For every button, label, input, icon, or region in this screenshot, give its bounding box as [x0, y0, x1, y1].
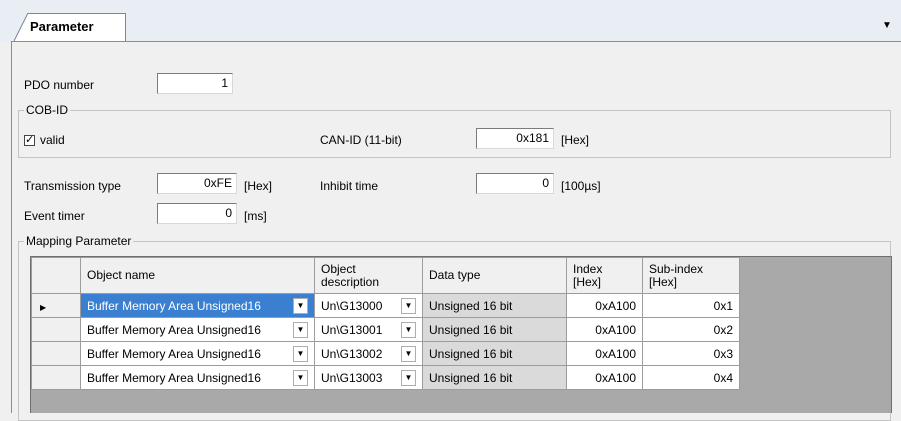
- valid-checkbox[interactable]: ✓: [24, 135, 35, 146]
- col-object-name[interactable]: Object name: [80, 257, 315, 294]
- object-description-cell[interactable]: Un\G13000 ▼: [314, 293, 423, 318]
- object-name-value: Buffer Memory Area Unsigned16: [87, 298, 261, 313]
- object-description-value: Un\G13003: [321, 370, 383, 385]
- col-object-name-label: Object name: [87, 268, 156, 282]
- object-name-cell[interactable]: Buffer Memory Area Unsigned16 ▼: [80, 341, 315, 366]
- can-id-label: CAN-ID (11-bit): [320, 133, 402, 147]
- tab-slant-edge: [14, 13, 28, 41]
- inhibit-time-unit: [100µs]: [561, 179, 601, 193]
- col-object-description[interactable]: Object description: [314, 257, 423, 294]
- index-cell[interactable]: 0xA100: [566, 293, 643, 318]
- can-id-field[interactable]: 0x181: [476, 128, 554, 149]
- row-header[interactable]: [31, 365, 81, 390]
- table-row[interactable]: ▶ Buffer Memory Area Unsigned16 ▼ Un\G130…: [31, 293, 740, 318]
- index-cell[interactable]: 0xA100: [566, 317, 643, 342]
- transmission-type-unit: [Hex]: [244, 179, 273, 193]
- row-header-corner: [31, 257, 81, 294]
- inhibit-time-label: Inhibit time: [320, 179, 379, 193]
- valid-label: valid: [40, 133, 65, 147]
- event-timer-label: Event timer: [24, 209, 85, 223]
- row-pointer-icon: ▶: [40, 302, 47, 312]
- cob-id-group-title: COB-ID: [24, 103, 70, 117]
- chevron-down-icon[interactable]: ▼: [293, 297, 308, 314]
- col-sub-index-label-2: [Hex]: [649, 274, 678, 289]
- object-description-cell[interactable]: Un\G13003 ▼: [314, 365, 423, 390]
- col-object-description-label-2: description: [321, 274, 380, 289]
- inhibit-time-field[interactable]: 0: [476, 173, 554, 194]
- object-description-value: Un\G13002: [321, 346, 383, 361]
- tab-bar: [0, 0, 901, 42]
- index-cell[interactable]: 0xA100: [566, 365, 643, 390]
- event-timer-unit: [ms]: [244, 209, 267, 223]
- col-index[interactable]: Index [Hex]: [566, 257, 643, 294]
- chevron-down-icon[interactable]: ▼: [401, 369, 416, 386]
- chevron-down-icon[interactable]: ▼: [401, 297, 416, 314]
- data-type-cell: Unsigned 16 bit: [422, 317, 567, 342]
- sub-index-cell[interactable]: 0x2: [642, 317, 740, 342]
- object-name-value: Buffer Memory Area Unsigned16: [87, 322, 261, 337]
- object-description-value: Un\G13001: [321, 322, 383, 337]
- row-header[interactable]: [31, 317, 81, 342]
- col-index-label-2: [Hex]: [573, 274, 602, 289]
- index-cell[interactable]: 0xA100: [566, 341, 643, 366]
- object-description-value: Un\G13000: [321, 298, 383, 313]
- checkmark-icon: ✓: [25, 134, 35, 146]
- chevron-down-icon[interactable]: ▼: [401, 321, 416, 338]
- mapping-parameter-group-title: Mapping Parameter: [24, 234, 134, 248]
- object-description-cell[interactable]: Un\G13001 ▼: [314, 317, 423, 342]
- row-header[interactable]: [31, 341, 81, 366]
- chevron-down-icon[interactable]: ▼: [293, 369, 308, 386]
- chevron-down-icon[interactable]: ▼: [401, 345, 416, 362]
- col-sub-index-label-1: Sub-index: [649, 261, 704, 276]
- row-header[interactable]: ▶: [31, 293, 81, 318]
- col-object-description-label-1: Object: [321, 261, 356, 276]
- event-timer-field[interactable]: 0: [157, 203, 237, 224]
- cob-id-group: [18, 110, 891, 158]
- pdo-number-label: PDO number: [24, 78, 95, 92]
- object-name-cell[interactable]: Buffer Memory Area Unsigned16 ▼: [80, 365, 315, 390]
- can-id-unit: [Hex]: [561, 133, 590, 147]
- col-index-label-1: Index: [573, 261, 603, 276]
- object-name-value: Buffer Memory Area Unsigned16: [87, 370, 261, 385]
- table-row[interactable]: Buffer Memory Area Unsigned16 ▼ Un\G13003…: [31, 365, 740, 390]
- table-row[interactable]: Buffer Memory Area Unsigned16 ▼ Un\G13002…: [31, 341, 740, 366]
- col-data-type-label: Data type: [429, 268, 481, 282]
- tab-menu-dropdown-icon[interactable]: ▼: [882, 20, 892, 31]
- object-name-cell[interactable]: Buffer Memory Area Unsigned16 ▼: [80, 317, 315, 342]
- sub-index-cell[interactable]: 0x4: [642, 365, 740, 390]
- table-row[interactable]: Buffer Memory Area Unsigned16 ▼ Un\G13001…: [31, 317, 740, 342]
- sub-index-cell[interactable]: 0x3: [642, 341, 740, 366]
- chevron-down-icon[interactable]: ▼: [293, 321, 308, 338]
- data-type-cell: Unsigned 16 bit: [422, 341, 567, 366]
- chevron-down-icon[interactable]: ▼: [293, 345, 308, 362]
- pdo-number-field[interactable]: 1: [157, 73, 233, 94]
- object-description-cell[interactable]: Un\G13002 ▼: [314, 341, 423, 366]
- col-data-type[interactable]: Data type: [422, 257, 567, 294]
- data-type-cell: Unsigned 16 bit: [422, 293, 567, 318]
- object-name-cell[interactable]: Buffer Memory Area Unsigned16 ▼: [80, 293, 315, 318]
- sub-index-cell[interactable]: 0x1: [642, 293, 740, 318]
- data-type-cell: Unsigned 16 bit: [422, 365, 567, 390]
- transmission-type-label: Transmission type: [24, 179, 121, 193]
- object-name-value: Buffer Memory Area Unsigned16: [87, 346, 261, 361]
- col-sub-index[interactable]: Sub-index [Hex]: [642, 257, 740, 294]
- transmission-type-field[interactable]: 0xFE: [157, 173, 237, 194]
- tab-label: Parameter: [30, 19, 94, 34]
- grid-header-row: Object name Object description Data type …: [31, 257, 740, 294]
- mapping-grid: Object name Object description Data type …: [31, 257, 740, 390]
